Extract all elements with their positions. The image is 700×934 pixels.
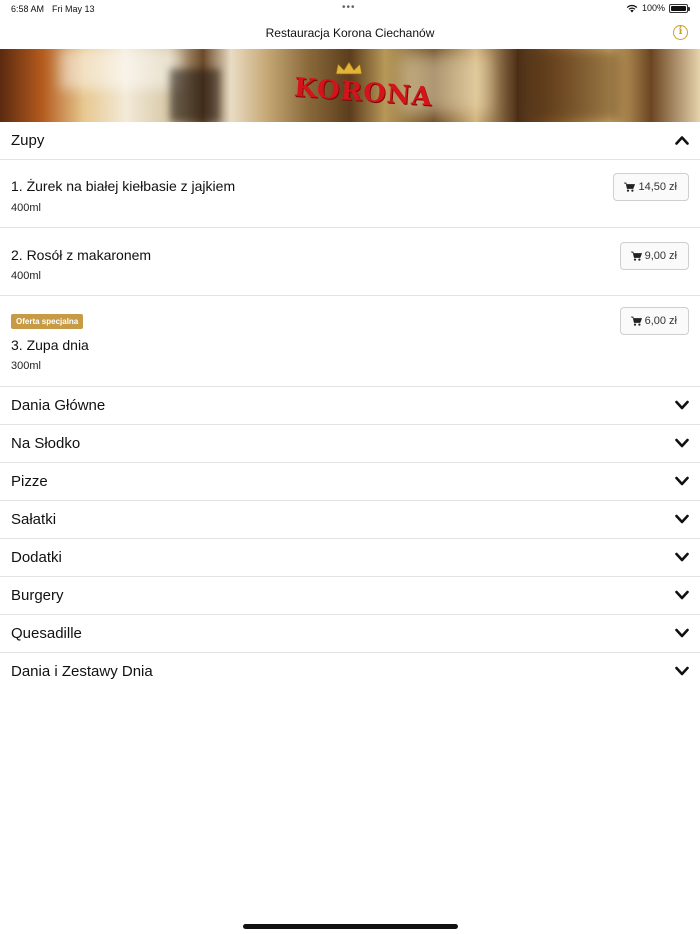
- chevron-down-icon: [675, 590, 689, 600]
- chevron-down-icon: [675, 438, 689, 448]
- korona-logo: KORONA: [293, 61, 434, 113]
- item-price: 14,50 zł: [638, 181, 677, 193]
- category-header[interactable]: Burgery: [0, 577, 700, 615]
- chevron-down-icon: [675, 552, 689, 562]
- add-to-cart-button[interactable]: 9,00 zł: [619, 242, 689, 270]
- item-price: 9,00 zł: [644, 250, 677, 262]
- category-label: Zupy: [11, 132, 45, 149]
- item-name: 2. Rosół z makaronem: [11, 247, 152, 263]
- cart-icon: [630, 316, 642, 326]
- category-header[interactable]: Na Słodko: [0, 425, 700, 463]
- category-label: Dania Główne: [11, 397, 106, 414]
- status-time: 6:58 AM: [11, 4, 45, 14]
- status-date: Fri May 13: [52, 4, 95, 14]
- chevron-down-icon: [675, 666, 689, 676]
- multitasking-dots-icon[interactable]: •••: [342, 2, 356, 13]
- category-label: Na Słodko: [11, 435, 81, 452]
- add-to-cart-button[interactable]: 6,00 zł: [619, 307, 689, 335]
- item-description: 300ml: [11, 360, 41, 372]
- chevron-down-icon: [675, 514, 689, 524]
- item-description: 400ml: [11, 202, 41, 214]
- category-header[interactable]: Sałatki: [0, 501, 700, 539]
- status-right: 100%: [626, 3, 690, 13]
- item-name: 3. Zupa dnia: [11, 337, 89, 353]
- menu-item[interactable]: 2. Rosół z makaronem 400ml 9,00 zł: [0, 228, 700, 296]
- chevron-down-icon: [675, 400, 689, 410]
- category-label: Pizze: [11, 473, 48, 490]
- add-to-cart-button[interactable]: 14,50 zł: [613, 173, 689, 201]
- cart-icon: [624, 182, 636, 192]
- restaurant-banner: KORONA: [0, 49, 700, 122]
- nav-bar: Restauracja Korona Ciechanów i: [0, 18, 700, 49]
- item-description: 400ml: [11, 270, 41, 282]
- item-name: 1. Żurek na białej kiełbasie z jajkiem: [11, 178, 236, 194]
- category-header[interactable]: Dania Główne: [0, 387, 700, 425]
- category-label: Sałatki: [11, 511, 57, 528]
- chevron-down-icon: [675, 628, 689, 638]
- battery-percent: 100%: [641, 3, 665, 13]
- info-icon[interactable]: i: [673, 25, 688, 40]
- logo-wordmark: KORONA: [293, 72, 434, 113]
- battery-icon: [669, 3, 690, 13]
- menu-item[interactable]: Oferta specjalna 3. Zupa dnia 300ml 6,00…: [0, 296, 700, 387]
- menu-item[interactable]: 1. Żurek na białej kiełbasie z jajkiem 4…: [0, 160, 700, 228]
- chevron-up-icon: [675, 136, 689, 145]
- category-label: Quesadille: [11, 625, 82, 642]
- category-label: Burgery: [11, 587, 64, 604]
- menu-list: Zupy 1. Żurek na białej kiełbasie z jajk…: [0, 122, 700, 691]
- item-price: 6,00 zł: [644, 315, 677, 327]
- category-label: Dodatki: [11, 549, 62, 566]
- special-offer-badge: Oferta specjalna: [11, 314, 84, 329]
- chevron-down-icon: [675, 476, 689, 486]
- category-header[interactable]: Dania i Zestawy Dnia: [0, 653, 700, 691]
- status-bar: 6:58 AM Fri May 13 ••• 100%: [0, 0, 700, 18]
- category-header[interactable]: Pizze: [0, 463, 700, 501]
- category-label: Dania i Zestawy Dnia: [11, 663, 153, 680]
- category-header-zupy[interactable]: Zupy: [0, 122, 700, 160]
- page-title: Restauracja Korona Ciechanów: [265, 26, 435, 40]
- home-indicator[interactable]: [243, 924, 458, 929]
- category-header[interactable]: Dodatki: [0, 539, 700, 577]
- category-header[interactable]: Quesadille: [0, 615, 700, 653]
- crown-icon: [335, 61, 363, 75]
- cart-icon: [630, 251, 642, 261]
- wifi-icon: [626, 4, 638, 12]
